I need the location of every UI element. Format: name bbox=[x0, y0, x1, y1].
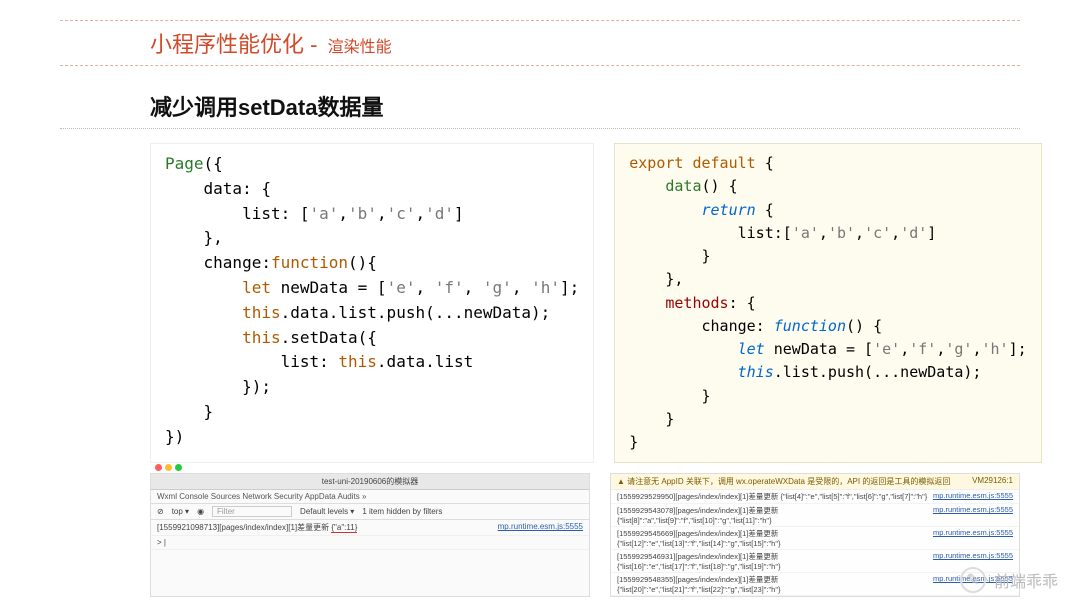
section-heading: 减少调用setData数据量 bbox=[60, 90, 1020, 129]
title-sub: 渲染性能 bbox=[328, 39, 392, 56]
minimize-icon[interactable] bbox=[165, 464, 172, 471]
warning-icon: ▲ bbox=[617, 477, 625, 486]
levels-select[interactable]: Default levels ▾ bbox=[300, 507, 354, 516]
clear-icon[interactable]: ⊘ bbox=[157, 507, 164, 516]
window-title: test-uni-20190606的模拟器 bbox=[151, 474, 589, 490]
log-row: [1559929548355][pages/index/index][1]差量更… bbox=[611, 573, 1019, 596]
title-main: 小程序性能优化 bbox=[150, 32, 304, 57]
prompt-row[interactable]: > | bbox=[151, 536, 589, 550]
warning-row: ▲ 请注意无 AppID 关联下，调用 wx.operateWXData 是受限… bbox=[611, 474, 1019, 490]
maximize-icon[interactable] bbox=[175, 464, 182, 471]
devtools-console-right: ▲ 请注意无 AppID 关联下，调用 wx.operateWXData 是受限… bbox=[610, 473, 1020, 597]
source-link[interactable]: mp.runtime.esm.js:5555 bbox=[933, 491, 1013, 502]
log-row: [1559929546931][pages/index/index][1]差量更… bbox=[611, 550, 1019, 573]
source-link[interactable]: mp.runtime.esm.js:5555 bbox=[933, 528, 1013, 548]
page-title: 小程序性能优化 - 渲染性能 bbox=[60, 20, 1020, 66]
log-row: [1559921098713][pages/index/index][1]差量更… bbox=[151, 520, 589, 536]
source-link[interactable]: mp.runtime.esm.js:5555 bbox=[933, 505, 1013, 525]
wechat-icon: ✎ bbox=[960, 567, 986, 593]
devtools-tabs[interactable]: Wxml Console Sources Network Security Ap… bbox=[151, 490, 589, 504]
code-block-vue: export default { data() { return { list:… bbox=[614, 143, 1041, 463]
watermark: ✎ 前端乖乖 bbox=[960, 567, 1058, 593]
close-icon[interactable] bbox=[155, 464, 162, 471]
code-block-page: Page({ data: { list: ['a','b','c','d'] }… bbox=[150, 143, 594, 463]
hidden-count: 1 item hidden by filters bbox=[362, 507, 442, 516]
log-row: [1559929529950][pages/index/index][1]差量更… bbox=[611, 490, 1019, 504]
source-link[interactable]: mp.runtime.esm.js:5555 bbox=[498, 522, 583, 533]
log-row: [1559929543078][pages/index/index][1]差量更… bbox=[611, 504, 1019, 527]
devtools-console-left: test-uni-20190606的模拟器 Wxml Console Sourc… bbox=[150, 473, 590, 597]
title-sep: - bbox=[304, 32, 324, 57]
context-select[interactable]: top ▾ bbox=[172, 507, 189, 516]
source-link[interactable]: VM29126:1 bbox=[972, 476, 1013, 487]
log-row: [1559929545669][pages/index/index][1]差量更… bbox=[611, 527, 1019, 550]
filter-input[interactable]: Filter bbox=[212, 506, 292, 517]
watermark-text: 前端乖乖 bbox=[994, 568, 1058, 592]
live-icon[interactable]: ◉ bbox=[197, 507, 204, 516]
